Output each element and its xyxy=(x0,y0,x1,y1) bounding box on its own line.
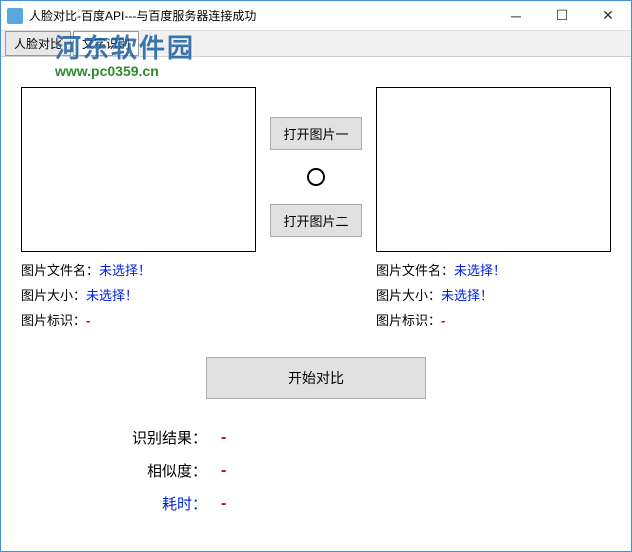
similarity-line: 相似度： - xyxy=(21,460,611,481)
result-line: 识别结果： - xyxy=(21,427,611,448)
image-box-1 xyxy=(21,87,256,252)
right-size-line: 图片大小：未选择！ xyxy=(376,285,611,304)
start-compare-button[interactable]: 开始对比 xyxy=(206,357,426,399)
left-info: 图片文件名：未选择！ 图片大小：未选择！ 图片标识：- xyxy=(21,260,256,329)
right-id-value: - xyxy=(441,313,445,328)
time-value: - xyxy=(221,495,226,513)
status-circle-icon xyxy=(307,168,325,186)
tab-text-recognition[interactable]: 文字识别 xyxy=(73,31,139,56)
right-column: 图片文件名：未选择！ 图片大小：未选择！ 图片标识：- xyxy=(376,87,611,335)
center-controls: 打开图片一 打开图片二 xyxy=(270,87,361,237)
right-size-value: 未选择！ xyxy=(441,288,493,303)
similarity-label: 相似度： xyxy=(21,460,221,481)
left-id-value: - xyxy=(86,313,90,328)
image-row: 图片文件名：未选择！ 图片大小：未选择！ 图片标识：- 打开图片一 打开图片二 xyxy=(21,87,611,335)
left-filename-label: 图片文件名： xyxy=(21,263,99,278)
titlebar: 人脸对比-百度API---与百度服务器连接成功 ─ ☐ ✕ xyxy=(1,1,631,31)
right-filename-label: 图片文件名： xyxy=(376,263,454,278)
right-id-label: 图片标识： xyxy=(376,313,441,328)
right-info: 图片文件名：未选择！ 图片大小：未选择！ 图片标识：- xyxy=(376,260,611,329)
app-window: 人脸对比-百度API---与百度服务器连接成功 ─ ☐ ✕ 人脸对比 文字识别 … xyxy=(0,0,632,552)
left-column: 图片文件名：未选择！ 图片大小：未选择！ 图片标识：- xyxy=(21,87,256,335)
result-value: - xyxy=(221,429,226,447)
window-controls: ─ ☐ ✕ xyxy=(493,1,631,31)
close-button[interactable]: ✕ xyxy=(585,1,631,31)
start-row: 开始对比 xyxy=(21,357,611,399)
open-image-2-button[interactable]: 打开图片二 xyxy=(270,204,361,237)
right-id-line: 图片标识：- xyxy=(376,310,611,329)
right-filename-line: 图片文件名：未选择！ xyxy=(376,260,611,279)
left-id-line: 图片标识：- xyxy=(21,310,256,329)
toolbar: 人脸对比 文字识别 xyxy=(1,31,631,57)
window-title: 人脸对比-百度API---与百度服务器连接成功 xyxy=(29,7,493,24)
right-filename-value: 未选择！ xyxy=(454,263,506,278)
tab-face-compare[interactable]: 人脸对比 xyxy=(5,31,71,56)
left-size-line: 图片大小：未选择！ xyxy=(21,285,256,304)
time-label: 耗时： xyxy=(21,493,221,514)
left-id-label: 图片标识： xyxy=(21,313,86,328)
maximize-button[interactable]: ☐ xyxy=(539,1,585,31)
results-block: 识别结果： - 相似度： - 耗时： - xyxy=(21,427,611,514)
left-filename-line: 图片文件名：未选择！ xyxy=(21,260,256,279)
left-filename-value: 未选择！ xyxy=(99,263,151,278)
app-icon xyxy=(7,8,23,24)
open-image-1-button[interactable]: 打开图片一 xyxy=(270,117,361,150)
left-size-label: 图片大小： xyxy=(21,288,86,303)
similarity-value: - xyxy=(221,462,226,480)
right-size-label: 图片大小： xyxy=(376,288,441,303)
content-area: 图片文件名：未选择！ 图片大小：未选择！ 图片标识：- 打开图片一 打开图片二 xyxy=(1,57,631,514)
time-line: 耗时： - xyxy=(21,493,611,514)
left-size-value: 未选择！ xyxy=(86,288,138,303)
minimize-button[interactable]: ─ xyxy=(493,1,539,31)
image-box-2 xyxy=(376,87,611,252)
result-label: 识别结果： xyxy=(21,427,221,448)
